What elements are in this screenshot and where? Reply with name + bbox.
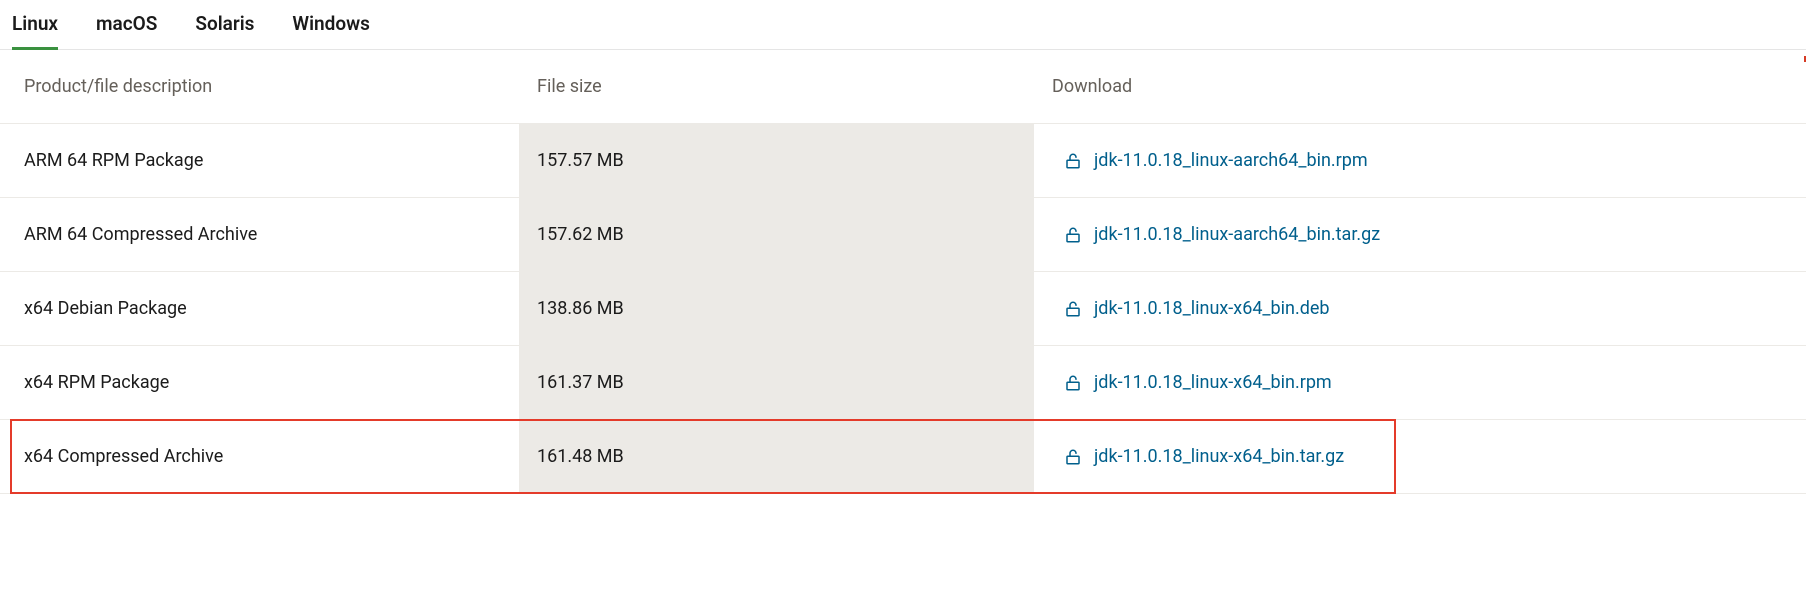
cell-description: x64 Debian Package <box>0 298 519 319</box>
downloads-table: Product/file description File size Downl… <box>0 50 1806 494</box>
header-download: Download <box>1034 76 1806 97</box>
tab-solaris[interactable]: Solaris <box>195 12 254 49</box>
lock-icon <box>1064 448 1082 466</box>
table-header-row: Product/file description File size Downl… <box>0 50 1806 124</box>
download-link[interactable]: jdk-11.0.18_linux-x64_bin.rpm <box>1094 372 1332 393</box>
download-link[interactable]: jdk-11.0.18_linux-x64_bin.tar.gz <box>1094 446 1344 467</box>
lock-icon <box>1064 152 1082 170</box>
cell-description: x64 RPM Package <box>0 372 519 393</box>
download-link[interactable]: jdk-11.0.18_linux-aarch64_bin.tar.gz <box>1094 224 1380 245</box>
cell-download: jdk-11.0.18_linux-x64_bin.tar.gz <box>1034 446 1806 467</box>
lock-icon <box>1064 226 1082 244</box>
download-link[interactable]: jdk-11.0.18_linux-aarch64_bin.rpm <box>1094 150 1368 171</box>
cell-download: jdk-11.0.18_linux-aarch64_bin.tar.gz <box>1034 224 1806 245</box>
table-row: x64 Compressed Archive 161.48 MB jdk-11.… <box>0 420 1806 494</box>
table-row: x64 Debian Package 138.86 MB jdk-11.0.18… <box>0 272 1806 346</box>
cell-download: jdk-11.0.18_linux-x64_bin.deb <box>1034 298 1806 319</box>
download-link[interactable]: jdk-11.0.18_linux-x64_bin.deb <box>1094 298 1330 319</box>
cell-size: 138.86 MB <box>519 272 1034 345</box>
cell-size: 161.37 MB <box>519 346 1034 419</box>
cell-description: ARM 64 RPM Package <box>0 150 519 171</box>
cell-download: jdk-11.0.18_linux-aarch64_bin.rpm <box>1034 150 1806 171</box>
lock-icon <box>1064 374 1082 392</box>
os-tabs: Linux macOS Solaris Windows <box>0 0 1806 50</box>
cell-size: 161.48 MB <box>519 420 1034 493</box>
table-row: ARM 64 Compressed Archive 157.62 MB jdk-… <box>0 198 1806 272</box>
cell-download: jdk-11.0.18_linux-x64_bin.rpm <box>1034 372 1806 393</box>
cell-size: 157.62 MB <box>519 198 1034 271</box>
lock-icon <box>1064 300 1082 318</box>
tab-windows[interactable]: Windows <box>292 12 369 49</box>
tab-macos[interactable]: macOS <box>96 12 157 49</box>
table-row: ARM 64 RPM Package 157.57 MB jdk-11.0.18… <box>0 124 1806 198</box>
cell-description: x64 Compressed Archive <box>0 446 519 467</box>
table-row: x64 RPM Package 161.37 MB jdk-11.0.18_li… <box>0 346 1806 420</box>
cell-size: 157.57 MB <box>519 124 1034 197</box>
tab-linux[interactable]: Linux <box>12 12 58 49</box>
cell-description: ARM 64 Compressed Archive <box>0 224 519 245</box>
header-description: Product/file description <box>0 76 519 97</box>
header-size: File size <box>519 76 1034 97</box>
